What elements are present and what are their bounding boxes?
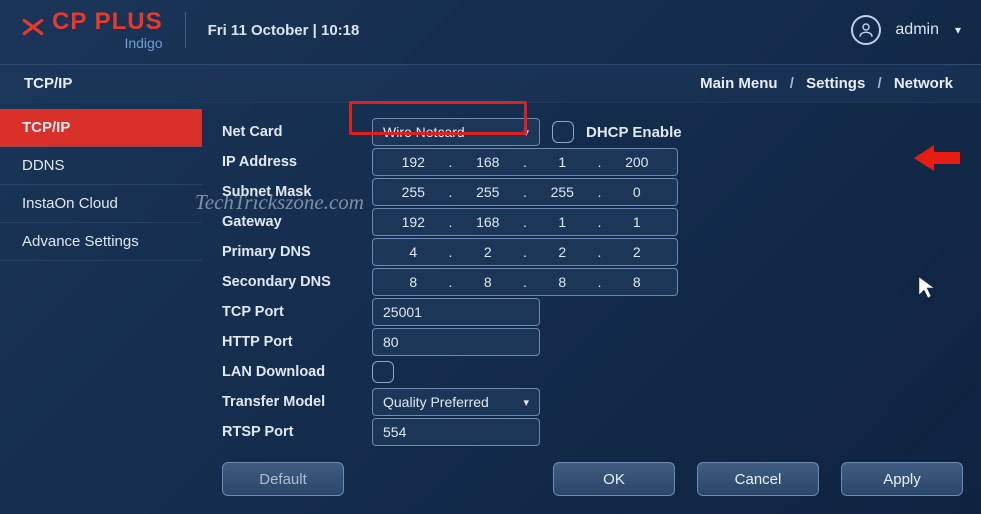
label-gateway: Gateway [222,214,372,230]
main-panel: Net Card Wire Netcard ▾ DHCP Enable IP A… [202,103,981,503]
divider [185,12,186,48]
label-transfer-model: Transfer Model [222,394,372,410]
logo-icon [20,14,46,40]
lan-download-checkbox[interactable] [372,361,394,383]
sidebar-item-instaon-cloud[interactable]: InstaOn Cloud [0,185,202,223]
http-port-input[interactable]: 80 [372,328,540,356]
netcard-select[interactable]: Wire Netcard ▾ [372,118,540,146]
label-tcp-port: TCP Port [222,304,372,320]
ok-button[interactable]: OK [553,462,675,496]
datetime-label: Fri 11 October | 10:18 [208,22,360,39]
crumb-network[interactable]: Network [894,75,953,92]
brand-primary: CP PLUS [52,10,163,34]
page-topbar: TCP/IP Main Menu / Settings / Network [0,65,981,103]
sidebar: TCP/IP DDNS InstaOn Cloud Advance Settin… [0,103,202,503]
user-menu[interactable]: admin ▾ [851,15,961,45]
breadcrumb: Main Menu / Settings / Network [696,75,957,92]
label-secondary-dns: Secondary DNS [222,274,372,290]
dhcp-checkbox[interactable] [552,121,574,143]
crumb-settings[interactable]: Settings [806,75,865,92]
page-title: TCP/IP [24,75,72,92]
sidebar-item-tcpip[interactable]: TCP/IP [0,109,202,147]
brand-secondary: Indigo [52,36,163,50]
sidebar-item-ddns[interactable]: DDNS [0,147,202,185]
logo: CP PLUS Indigo [20,10,163,50]
user-avatar-icon [851,15,881,45]
default-button[interactable]: Default [222,462,344,496]
chevron-down-icon: ▾ [523,126,529,139]
netcard-value: Wire Netcard [383,124,465,140]
app-header: CP PLUS Indigo Fri 11 October | 10:18 ad… [0,0,981,65]
label-http-port: HTTP Port [222,334,372,350]
label-primary-dns: Primary DNS [222,244,372,260]
username-label: admin [895,21,939,39]
footer-buttons: Default OK Cancel Apply [222,462,963,496]
label-netcard: Net Card [222,124,372,140]
rtsp-port-input[interactable]: 554 [372,418,540,446]
arrow-indicator-icon [914,143,960,178]
sidebar-item-advance-settings[interactable]: Advance Settings [0,223,202,261]
label-rtsp-port: RTSP Port [222,424,372,440]
chevron-down-icon: ▾ [523,396,529,409]
label-dhcp: DHCP Enable [586,124,682,141]
secondary-dns-input[interactable]: 8. 8. 8. 8 [372,268,678,296]
ip-address-input[interactable]: 192. 168. 1. 200 [372,148,678,176]
transfer-model-value: Quality Preferred [383,394,489,410]
subnet-mask-input[interactable]: 255. 255. 255. 0 [372,178,678,206]
label-subnet-mask: Subnet Mask [222,184,372,200]
label-ip-address: IP Address [222,154,372,170]
primary-dns-input[interactable]: 4. 2. 2. 2 [372,238,678,266]
tcp-port-input[interactable]: 25001 [372,298,540,326]
crumb-main-menu[interactable]: Main Menu [700,75,778,92]
cancel-button[interactable]: Cancel [697,462,819,496]
chevron-down-icon: ▾ [955,23,961,37]
apply-button[interactable]: Apply [841,462,963,496]
transfer-model-select[interactable]: Quality Preferred ▾ [372,388,540,416]
gateway-input[interactable]: 192. 168. 1. 1 [372,208,678,236]
label-lan-download: LAN Download [222,364,372,380]
